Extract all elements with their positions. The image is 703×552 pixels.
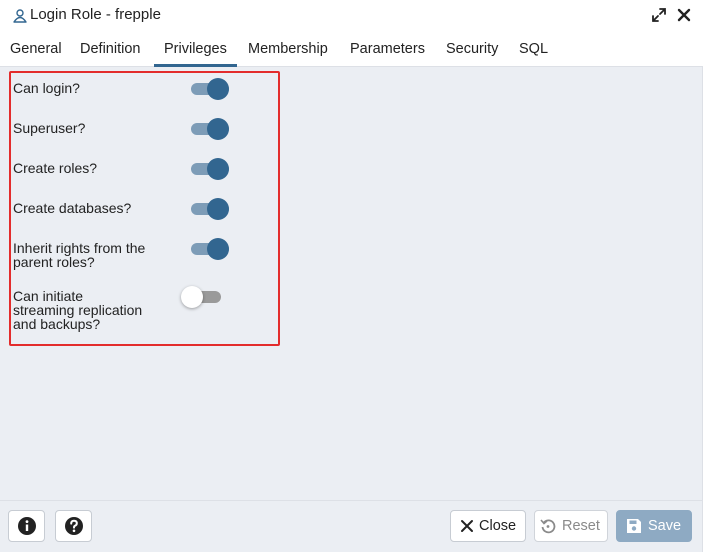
maximize-icon[interactable] bbox=[651, 7, 667, 23]
privilege-label: Create roles? bbox=[13, 160, 98, 176]
toggle-knob bbox=[207, 158, 229, 180]
toggle-knob bbox=[207, 198, 229, 220]
tab-parameters[interactable]: Parameters bbox=[350, 31, 425, 67]
tab-membership[interactable]: Membership bbox=[248, 31, 328, 67]
close-icon[interactable] bbox=[676, 7, 692, 23]
tab-definition[interactable]: Definition bbox=[80, 31, 140, 67]
reset-button[interactable]: Reset bbox=[534, 510, 608, 542]
tab-general[interactable]: General bbox=[10, 31, 62, 67]
dialog-footer: Close Reset Save bbox=[0, 500, 702, 552]
save-button[interactable]: Save bbox=[616, 510, 692, 542]
toggle-knob bbox=[207, 78, 229, 100]
user-role-icon bbox=[13, 9, 27, 23]
tab-security[interactable]: Security bbox=[446, 31, 498, 67]
help-button[interactable] bbox=[55, 510, 92, 542]
close-button[interactable]: Close bbox=[450, 510, 526, 542]
tab-privileges[interactable]: Privileges bbox=[154, 31, 237, 67]
toggle-knob bbox=[207, 238, 229, 260]
privilege-label: Can login? bbox=[13, 80, 80, 96]
privilege-label: Create databases? bbox=[13, 200, 132, 216]
info-button[interactable] bbox=[8, 510, 45, 542]
privilege-label: Inherit rights from the parent roles? bbox=[13, 240, 146, 270]
privilege-label: Can initiate streaming replication and b… bbox=[13, 288, 143, 332]
tab-sql[interactable]: SQL bbox=[519, 31, 548, 67]
save-icon bbox=[627, 519, 641, 533]
help-icon bbox=[65, 517, 83, 535]
close-icon bbox=[461, 520, 473, 532]
info-icon bbox=[18, 517, 36, 535]
reset-icon bbox=[540, 519, 556, 534]
privileges-panel: Can login? Superuser? Create roles? Crea… bbox=[0, 67, 702, 500]
dialog-title: Login Role - frepple bbox=[30, 6, 161, 23]
privilege-label: Superuser? bbox=[13, 120, 86, 136]
dialog-titlebar: Login Role - frepple bbox=[0, 0, 703, 31]
tab-bar: General Definition Privileges Membership… bbox=[0, 31, 703, 67]
toggle-knob bbox=[207, 118, 229, 140]
login-role-dialog: Login Role - frepple General Definition … bbox=[0, 0, 703, 552]
toggle-knob bbox=[181, 286, 203, 308]
